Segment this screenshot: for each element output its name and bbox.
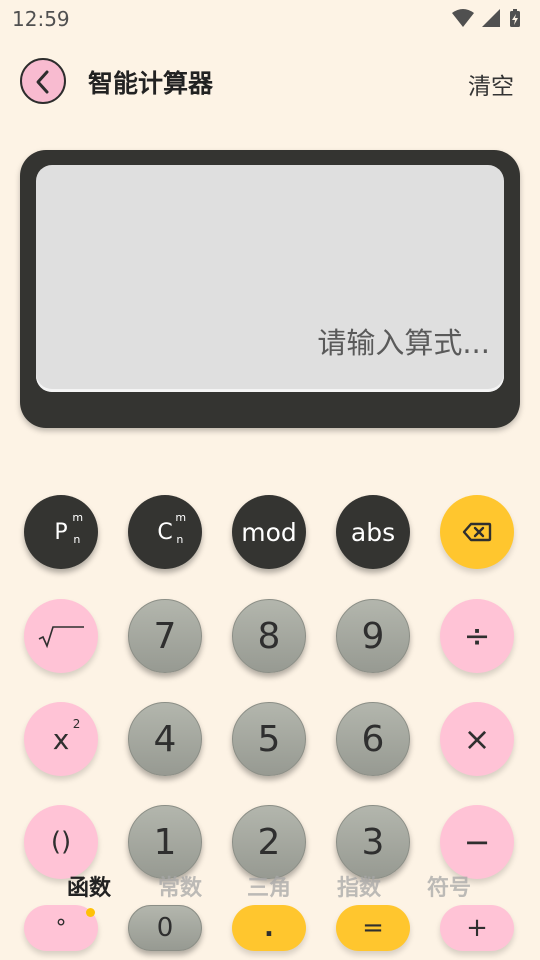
digit-7-key[interactable]: 7 (128, 599, 202, 673)
plus-label: + (466, 913, 488, 943)
backspace-key[interactable] (440, 495, 514, 569)
tab-exponent[interactable]: 指数 (337, 870, 381, 902)
sqrt-icon (38, 626, 84, 649)
chevron-left-icon (36, 70, 49, 94)
permutation-main: P (54, 519, 68, 545)
divide-label: ÷ (463, 617, 491, 655)
sqrt-key[interactable] (24, 599, 98, 673)
decimal-point-key[interactable]: . (232, 905, 306, 951)
expression-input[interactable]: 请输入算式... (36, 165, 504, 392)
digit-6-key[interactable]: 6 (336, 702, 410, 776)
digit-2-label: 2 (257, 821, 281, 863)
permutation-key[interactable]: P m n (24, 495, 98, 569)
combination-main: C (157, 519, 173, 545)
plus-key[interactable]: + (440, 905, 514, 951)
digit-4-key[interactable]: 4 (128, 702, 202, 776)
square-exponent: 2 (72, 716, 81, 731)
page-title: 智能计算器 (88, 69, 214, 98)
status-icons (450, 8, 530, 34)
digit-8-key[interactable]: 8 (232, 599, 306, 673)
equals-key[interactable]: = (336, 905, 410, 951)
backspace-icon (462, 522, 492, 542)
function-tabs: 函数 常数 三角 指数 符号 (0, 868, 540, 902)
abs-label: abs (350, 517, 396, 547)
tab-functions[interactable]: 函数 (67, 870, 111, 902)
tab-constants[interactable]: 常数 (158, 870, 202, 902)
status-bar: 12:59 (0, 0, 540, 38)
digit-8-label: 8 (257, 615, 281, 657)
combination-sup: m (175, 510, 187, 524)
divide-key[interactable]: ÷ (440, 599, 514, 673)
combination-key[interactable]: C m n (128, 495, 202, 569)
clear-button[interactable]: 清空 (468, 67, 514, 101)
combination-sub: n (176, 532, 184, 546)
wifi-icon (452, 9, 474, 27)
status-time: 12:59 (12, 7, 70, 31)
digit-4-label: 4 (153, 718, 177, 760)
battery-icon (510, 9, 520, 27)
mod-label: mod (241, 517, 297, 547)
digit-5-label: 5 (257, 718, 281, 760)
tab-symbols[interactable]: 符号 (427, 870, 471, 902)
degree-label: ° (55, 915, 67, 941)
digit-0-key[interactable]: 0 (128, 905, 202, 951)
minus-label: − (463, 823, 491, 861)
square-key[interactable]: x 2 (24, 702, 98, 776)
parentheses-label: () (50, 827, 72, 857)
digit-7-label: 7 (153, 615, 177, 657)
expression-placeholder: 请输入算式... (317, 326, 490, 360)
permutation-sub: n (73, 532, 81, 546)
digit-3-label: 3 (361, 821, 385, 863)
decimal-point-label: . (264, 913, 274, 943)
equals-label: = (362, 913, 384, 943)
permutation-sup: m (72, 510, 84, 524)
calculator-display: 请输入算式... (20, 150, 520, 428)
digit-6-label: 6 (361, 718, 385, 760)
mod-key[interactable]: mod (232, 495, 306, 569)
active-tab-indicator (86, 908, 95, 917)
digit-1-label: 1 (153, 821, 177, 863)
tab-trig[interactable]: 三角 (247, 870, 291, 902)
digit-9-label: 9 (361, 615, 385, 657)
back-button[interactable] (20, 58, 66, 104)
abs-key[interactable]: abs (336, 495, 410, 569)
digit-9-key[interactable]: 9 (336, 599, 410, 673)
multiply-key[interactable]: × (440, 702, 514, 776)
square-base: x (52, 722, 70, 756)
multiply-label: × (463, 720, 491, 758)
digit-0-label: 0 (156, 913, 174, 943)
digit-5-key[interactable]: 5 (232, 702, 306, 776)
signal-icon (482, 9, 500, 27)
